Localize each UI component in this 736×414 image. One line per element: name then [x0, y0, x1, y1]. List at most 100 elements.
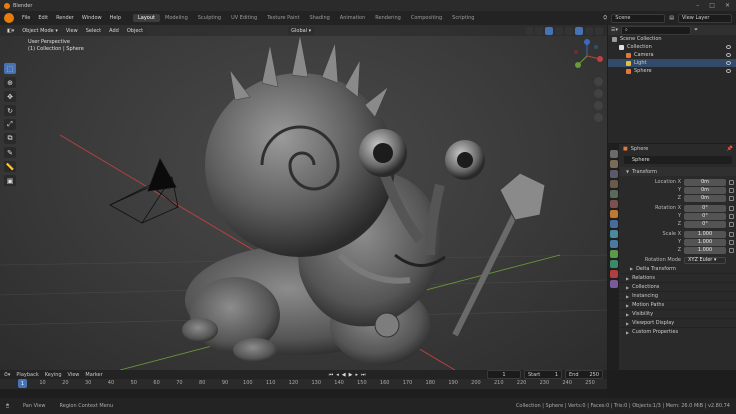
start-frame-field[interactable]: Start 1 [524, 370, 562, 379]
menu-window[interactable]: Window [78, 15, 106, 21]
location-field[interactable]: 0m [684, 186, 726, 194]
timeline-menu-keying[interactable]: Keying [45, 372, 62, 378]
lock-icon[interactable] [729, 239, 734, 245]
move-tool-icon[interactable]: ✥ [4, 91, 16, 102]
rotation-field[interactable]: 0° [684, 220, 726, 228]
timeline-menu-marker[interactable]: Marker [85, 372, 102, 378]
view-layer-selector[interactable]: View Layer [678, 13, 732, 23]
transform-tool-icon[interactable]: ⧉ [4, 133, 16, 144]
menu-render[interactable]: Render [52, 15, 78, 21]
rotation-field[interactable]: 0° [684, 212, 726, 220]
blender-menu-icon[interactable] [4, 13, 14, 23]
lock-icon[interactable] [729, 247, 734, 253]
xray-toggle-icon[interactable] [555, 26, 563, 35]
perspective-toggle-icon[interactable] [594, 113, 603, 122]
timeline-menu-view[interactable]: View [68, 372, 80, 378]
view-layer-tab-icon[interactable] [609, 180, 618, 188]
tab-texture-paint[interactable]: Texture Paint [262, 14, 304, 22]
transform-panel-header[interactable]: ▼ Transform [620, 167, 736, 176]
scale-tool-icon[interactable]: ⤢ [4, 119, 16, 130]
navigation-gizmo-icon[interactable] [570, 39, 604, 73]
jump-start-icon[interactable]: ⏮ [329, 372, 334, 378]
eye-icon[interactable] [726, 45, 731, 49]
play-reverse-icon[interactable]: ◀ [342, 372, 346, 378]
gizmo-toggle-icon[interactable] [535, 26, 543, 35]
rotation-field[interactable]: 0° [684, 204, 726, 212]
constraints-tab-icon[interactable] [609, 250, 618, 258]
minimize-icon[interactable]: – [696, 2, 699, 9]
eye-icon[interactable] [726, 53, 731, 57]
tab-shading[interactable]: Shading [304, 14, 334, 22]
output-tab-icon[interactable] [609, 170, 618, 178]
current-frame-marker[interactable]: 1 [18, 379, 27, 388]
orientation-selector[interactable]: Global ▾ [288, 26, 315, 35]
pin-icon[interactable]: 📌 [727, 146, 733, 152]
3d-viewport[interactable]: ◧▾ Object Mode ▾ View Select Add Object Glo… [0, 25, 607, 370]
tab-modeling[interactable]: Modeling [160, 14, 193, 22]
visibility-icon[interactable] [525, 26, 533, 35]
tab-compositing[interactable]: Compositing [406, 14, 447, 22]
outliner-item-scene-collection[interactable]: Scene Collection [608, 35, 736, 43]
menu-help[interactable]: Help [106, 15, 125, 21]
lock-icon[interactable] [729, 195, 734, 201]
scene-selector[interactable]: Scene [611, 13, 666, 23]
wireframe-shading-icon[interactable] [565, 26, 573, 35]
tool-tab-icon[interactable] [609, 150, 618, 158]
outliner-item-collection[interactable]: Collection [608, 43, 736, 51]
viewport-menu-view[interactable]: View [62, 26, 81, 35]
panel-viewport-display[interactable]: ▶ Viewport Display [620, 318, 736, 327]
tab-animation[interactable]: Animation [335, 14, 371, 22]
object-tab-icon[interactable] [609, 210, 618, 218]
tab-sculpting[interactable]: Sculpting [193, 14, 226, 22]
menu-edit[interactable]: Edit [34, 15, 52, 21]
material-shading-icon[interactable] [585, 26, 593, 35]
outliner-item-light[interactable]: Light [608, 59, 736, 67]
delta-transform-panel[interactable]: ▶ Delta Transform [620, 264, 736, 273]
overlay-toggle-icon[interactable] [545, 26, 553, 35]
panel-collections[interactable]: ▶ Collections [620, 282, 736, 291]
scale-field[interactable]: 1.000 [684, 238, 726, 246]
lock-icon[interactable] [729, 231, 734, 237]
scene-tab-icon[interactable] [609, 190, 618, 198]
world-tab-icon[interactable] [609, 200, 618, 208]
next-key-icon[interactable]: ▸ [355, 372, 358, 378]
panel-instancing[interactable]: ▶ Instancing [620, 291, 736, 300]
outliner-editor-icon[interactable]: ☰▾ [611, 27, 618, 33]
pan-hand-icon[interactable] [594, 89, 603, 98]
outliner-item-camera[interactable]: Camera [608, 51, 736, 59]
properties-editor[interactable]: ■ Sphere 📌 Sphere ▼ Transform Location X0… [608, 144, 736, 370]
timeline-track[interactable] [0, 389, 607, 398]
tab-uv-editing[interactable]: UV Editing [226, 14, 262, 22]
outliner-item-sphere[interactable]: Sphere [608, 67, 736, 75]
rendered-shading-icon[interactable] [595, 26, 603, 35]
viewport-menu-add[interactable]: Add [106, 26, 122, 35]
timeline-editor[interactable]: ⏱▾ Playback Keying View Marker ⏮ ◂ ◀ ▶ ▸ ⏭ … [0, 370, 607, 398]
timeline-menu-playback[interactable]: Playback [16, 372, 38, 378]
tab-scripting[interactable]: Scripting [447, 14, 479, 22]
solid-shading-icon[interactable] [575, 26, 583, 35]
panel-visibility[interactable]: ▶ Visibility [620, 309, 736, 318]
mode-selector[interactable]: Object Mode ▾ [19, 26, 61, 35]
physics-tab-icon[interactable] [609, 240, 618, 248]
eye-icon[interactable] [726, 61, 731, 65]
rotate-tool-icon[interactable]: ↻ [4, 105, 16, 116]
particles-tab-icon[interactable] [609, 230, 618, 238]
panel-custom-properties[interactable]: ▶ Custom Properties [620, 327, 736, 336]
outliner[interactable]: ☰▾ ⌕ ⏷ Scene Collection Collection Camera L… [608, 25, 736, 143]
scale-field[interactable]: 1.000 [684, 230, 726, 238]
panel-motion-paths[interactable]: ▶ Motion Paths [620, 300, 736, 309]
filter-icon[interactable]: ⏷ [694, 27, 698, 33]
object-name-field[interactable]: Sphere [624, 156, 732, 164]
current-frame-field[interactable]: 1 [487, 370, 521, 379]
modifier-tab-icon[interactable] [609, 220, 618, 228]
camera-view-icon[interactable] [594, 101, 603, 110]
eye-icon[interactable] [726, 69, 731, 73]
location-field[interactable]: 0m [684, 178, 726, 186]
tab-rendering[interactable]: Rendering [370, 14, 406, 22]
add-cube-tool-icon[interactable]: ▣ [4, 175, 16, 186]
lock-icon[interactable] [729, 205, 734, 211]
lock-icon[interactable] [729, 221, 734, 227]
lock-icon[interactable] [729, 179, 734, 185]
menu-file[interactable]: File [18, 15, 34, 21]
measure-tool-icon[interactable]: 📏 [4, 161, 16, 172]
